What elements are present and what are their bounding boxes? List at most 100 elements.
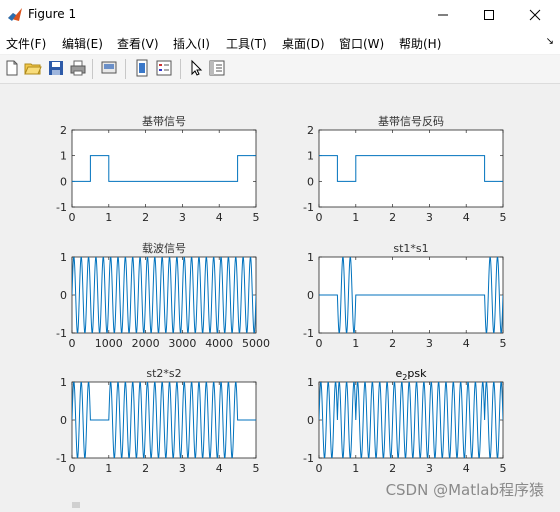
y-tick-label: 1	[60, 150, 67, 163]
x-tick-label: 5	[253, 211, 260, 224]
subplot-1: 基带信号0 1 2 3 4 5-1012	[56, 115, 259, 224]
toolbar-separator	[180, 59, 181, 79]
title-part: psk	[407, 367, 427, 380]
subplot-title: 载波信号	[142, 242, 186, 255]
x-tick-label: 5000	[242, 337, 270, 350]
subplot-4: st1*s10 1 2 3 4 5-101	[303, 242, 506, 350]
x-tick-label: 2	[389, 337, 396, 350]
y-tick-label: -1	[303, 452, 314, 465]
y-tick-label: 0	[60, 175, 67, 188]
x-tick-label: 4	[463, 337, 470, 350]
y-tick-label: 1	[60, 376, 67, 389]
y-tick-label: -1	[56, 452, 67, 465]
subplot-title: st2*s2	[146, 367, 181, 380]
toolbar-separator	[92, 59, 93, 79]
minimize-button[interactable]	[420, 0, 466, 30]
x-tick-label: 3000	[168, 337, 196, 350]
x-tick-label: 0	[316, 337, 323, 350]
close-button[interactable]	[512, 0, 558, 30]
close-icon	[529, 9, 541, 21]
subplot-title: st1*s1	[393, 242, 428, 255]
y-tick-label: 0	[60, 414, 67, 427]
edit-plot-arrow-icon[interactable]	[187, 59, 205, 77]
x-tick-label: 2	[389, 462, 396, 475]
minimize-icon	[438, 14, 448, 16]
y-tick-label: 1	[60, 251, 67, 264]
y-tick-label: 0	[307, 175, 314, 188]
x-tick-label: 4	[216, 211, 223, 224]
x-tick-label: 2	[142, 211, 149, 224]
x-tick-label: 4000	[205, 337, 233, 350]
x-tick-label: 0	[69, 462, 76, 475]
x-tick-label: 2	[389, 211, 396, 224]
x-tick-label: 0	[316, 462, 323, 475]
menu-file[interactable]: 文件(F)	[6, 35, 46, 52]
x-tick-label: 1	[105, 211, 112, 224]
menu-edit[interactable]: 编辑(E)	[62, 35, 103, 52]
x-tick-label: 4	[216, 462, 223, 475]
y-tick-label: -1	[303, 201, 314, 214]
x-tick-label: 3	[179, 462, 186, 475]
subplot-5: st2*s20 1 2 3 4 5-101	[56, 367, 259, 475]
y-tick-label: 2	[60, 124, 67, 137]
insert-legend-icon[interactable]	[155, 59, 173, 77]
save-icon[interactable]	[47, 59, 65, 77]
menu-expand-icon[interactable]: ↘	[546, 36, 554, 47]
x-tick-label: 5	[500, 337, 507, 350]
x-tick-label: 4	[463, 462, 470, 475]
menu-desktop[interactable]: 桌面(D)	[282, 35, 325, 52]
open-file-icon[interactable]	[24, 59, 42, 77]
maximize-icon	[484, 10, 494, 20]
new-figure-icon[interactable]	[3, 59, 21, 77]
subplot-title: 基带信号反码	[378, 115, 444, 128]
matlab-logo-icon	[8, 8, 22, 21]
menu-insert[interactable]: 插入(I)	[173, 35, 210, 52]
x-tick-label: 3	[426, 211, 433, 224]
y-tick-label: 0	[307, 414, 314, 427]
maximize-button[interactable]	[466, 0, 512, 30]
y-tick-label: 1	[307, 150, 314, 163]
resize-grip	[72, 502, 80, 508]
y-tick-label: 0	[307, 289, 314, 302]
subplot-grid: 基带信号0 1 2 3 4 5-1012基带信号反码0 1 2 3 4 5-1012载波信号0 100…	[56, 115, 506, 475]
x-tick-label: 1000	[95, 337, 123, 350]
print-icon[interactable]	[69, 59, 87, 77]
x-tick-label: 5	[253, 462, 260, 475]
x-tick-label: 1	[352, 337, 359, 350]
menu-help[interactable]: 帮助(H)	[399, 35, 441, 52]
figure-canvas: 基带信号 0 1 2 3 4 5 -1 0 1 2 基带信号反码 0 1 2 3 4 5 -1 0 1 2 载波信号 0 100…	[0, 84, 560, 508]
axes-box	[318, 129, 504, 208]
window-title: Figure 1	[28, 7, 77, 21]
subplot-2: 基带信号反码0 1 2 3 4 5-1012	[303, 115, 506, 224]
menu-tools[interactable]: 工具(T)	[226, 35, 267, 52]
subplot-3: 载波信号0 1000 2000 3000 4000 5000-101	[56, 242, 270, 350]
x-tick-label: 2000	[132, 337, 160, 350]
x-tick-label: 5	[500, 462, 507, 475]
y-tick-label: 2	[307, 124, 314, 137]
x-tick-label: 0	[316, 211, 323, 224]
x-tick-label: 4	[463, 211, 470, 224]
subplot-6: e2psk0 1 2 3 4 5-101	[303, 367, 506, 475]
x-tick-label: 3	[426, 462, 433, 475]
x-tick-label: 1	[352, 211, 359, 224]
y-tick-label: -1	[303, 327, 314, 340]
y-tick-label: -1	[56, 201, 67, 214]
property-inspector-icon[interactable]	[208, 59, 226, 77]
menu-view[interactable]: 查看(V)	[117, 35, 159, 52]
watermark-text: CSDN @Matlab程序猿	[385, 481, 544, 499]
subplot-title: 基带信号	[142, 115, 186, 128]
print-preview-icon[interactable]	[100, 59, 118, 77]
y-tick-label: 1	[307, 376, 314, 389]
link-plot-icon[interactable]	[133, 59, 151, 77]
axes-box	[71, 129, 257, 208]
toolbar	[0, 55, 560, 84]
subplot-title: e2psk	[396, 367, 428, 382]
menu-bar: 文件(F) 编辑(E) 查看(V) 插入(I) 工具(T) 桌面(D) 窗口(W…	[0, 30, 560, 54]
x-tick-label: 3	[179, 211, 186, 224]
x-tick-label: 0	[69, 211, 76, 224]
x-tick-label: 5	[500, 211, 507, 224]
x-tick-label: 3	[426, 337, 433, 350]
menu-window[interactable]: 窗口(W)	[339, 35, 384, 52]
y-tick-label: -1	[56, 327, 67, 340]
x-tick-label: 2	[142, 462, 149, 475]
